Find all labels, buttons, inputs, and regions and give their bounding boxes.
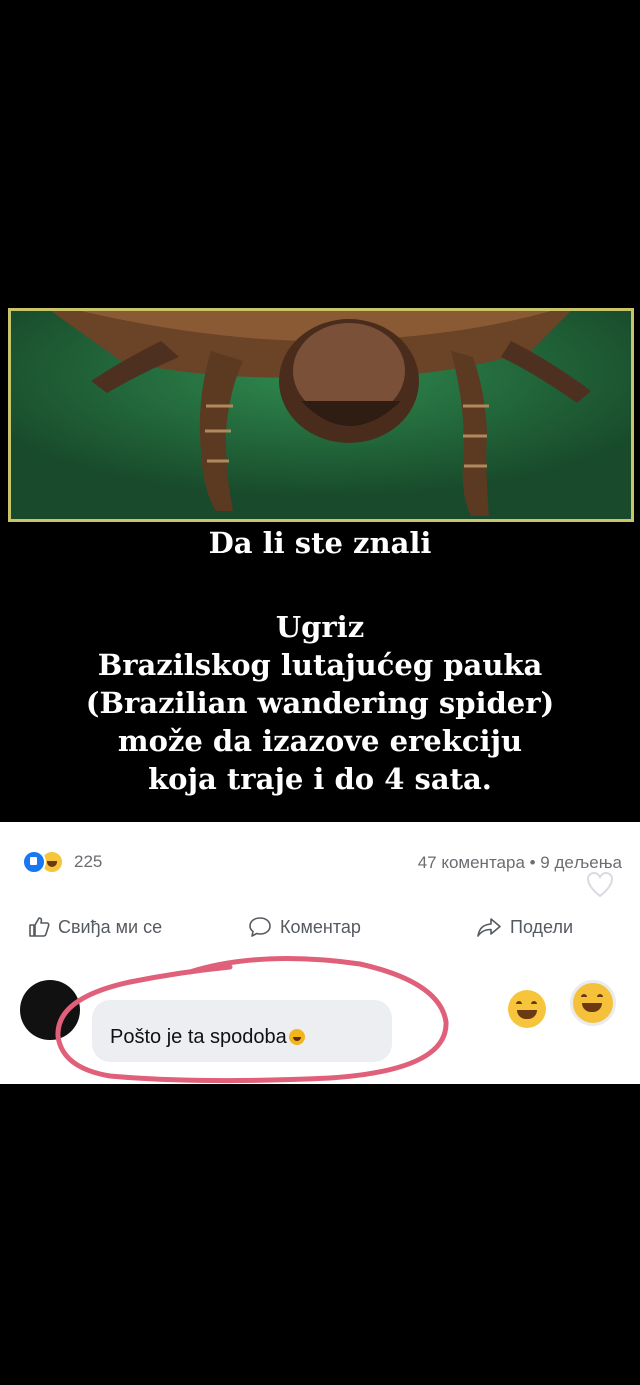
emoji-mouth [517,1010,537,1019]
emoji-mouth [582,1003,602,1012]
caption-body: Ugriz Brazilskog lutajućeg pauka (Brazil… [0,608,640,798]
caption-line: (Brazilian wandering spider) [85,686,555,720]
emoji-eye [516,1001,522,1008]
caption-line: Brazilskog lutajućeg pauka [97,648,543,682]
caption-title: Da li ste znali [208,526,432,560]
spider-photo [8,308,634,522]
laughing-emoji-icon[interactable] [570,980,616,1026]
caption-line: može da izazove erekciju [117,724,523,758]
emoji-eye [581,994,587,1001]
like-icon [22,850,46,874]
spider-illustration [11,311,631,519]
emoji-eye [597,994,603,1001]
laughing-emoji-icon[interactable] [508,990,546,1028]
caption-line: Ugriz [275,610,365,644]
emoji-eye [531,1001,537,1008]
screenshot-frame: Da li ste znali Ugriz Brazilskog lutajuć… [0,0,640,1385]
facebook-post-footer: 225 47 коментара • 9 дељења Свиђа ми се … [0,822,640,1084]
caption-line: koja traje i do 4 sata. [148,762,492,796]
highlight-circle [55,956,449,1084]
